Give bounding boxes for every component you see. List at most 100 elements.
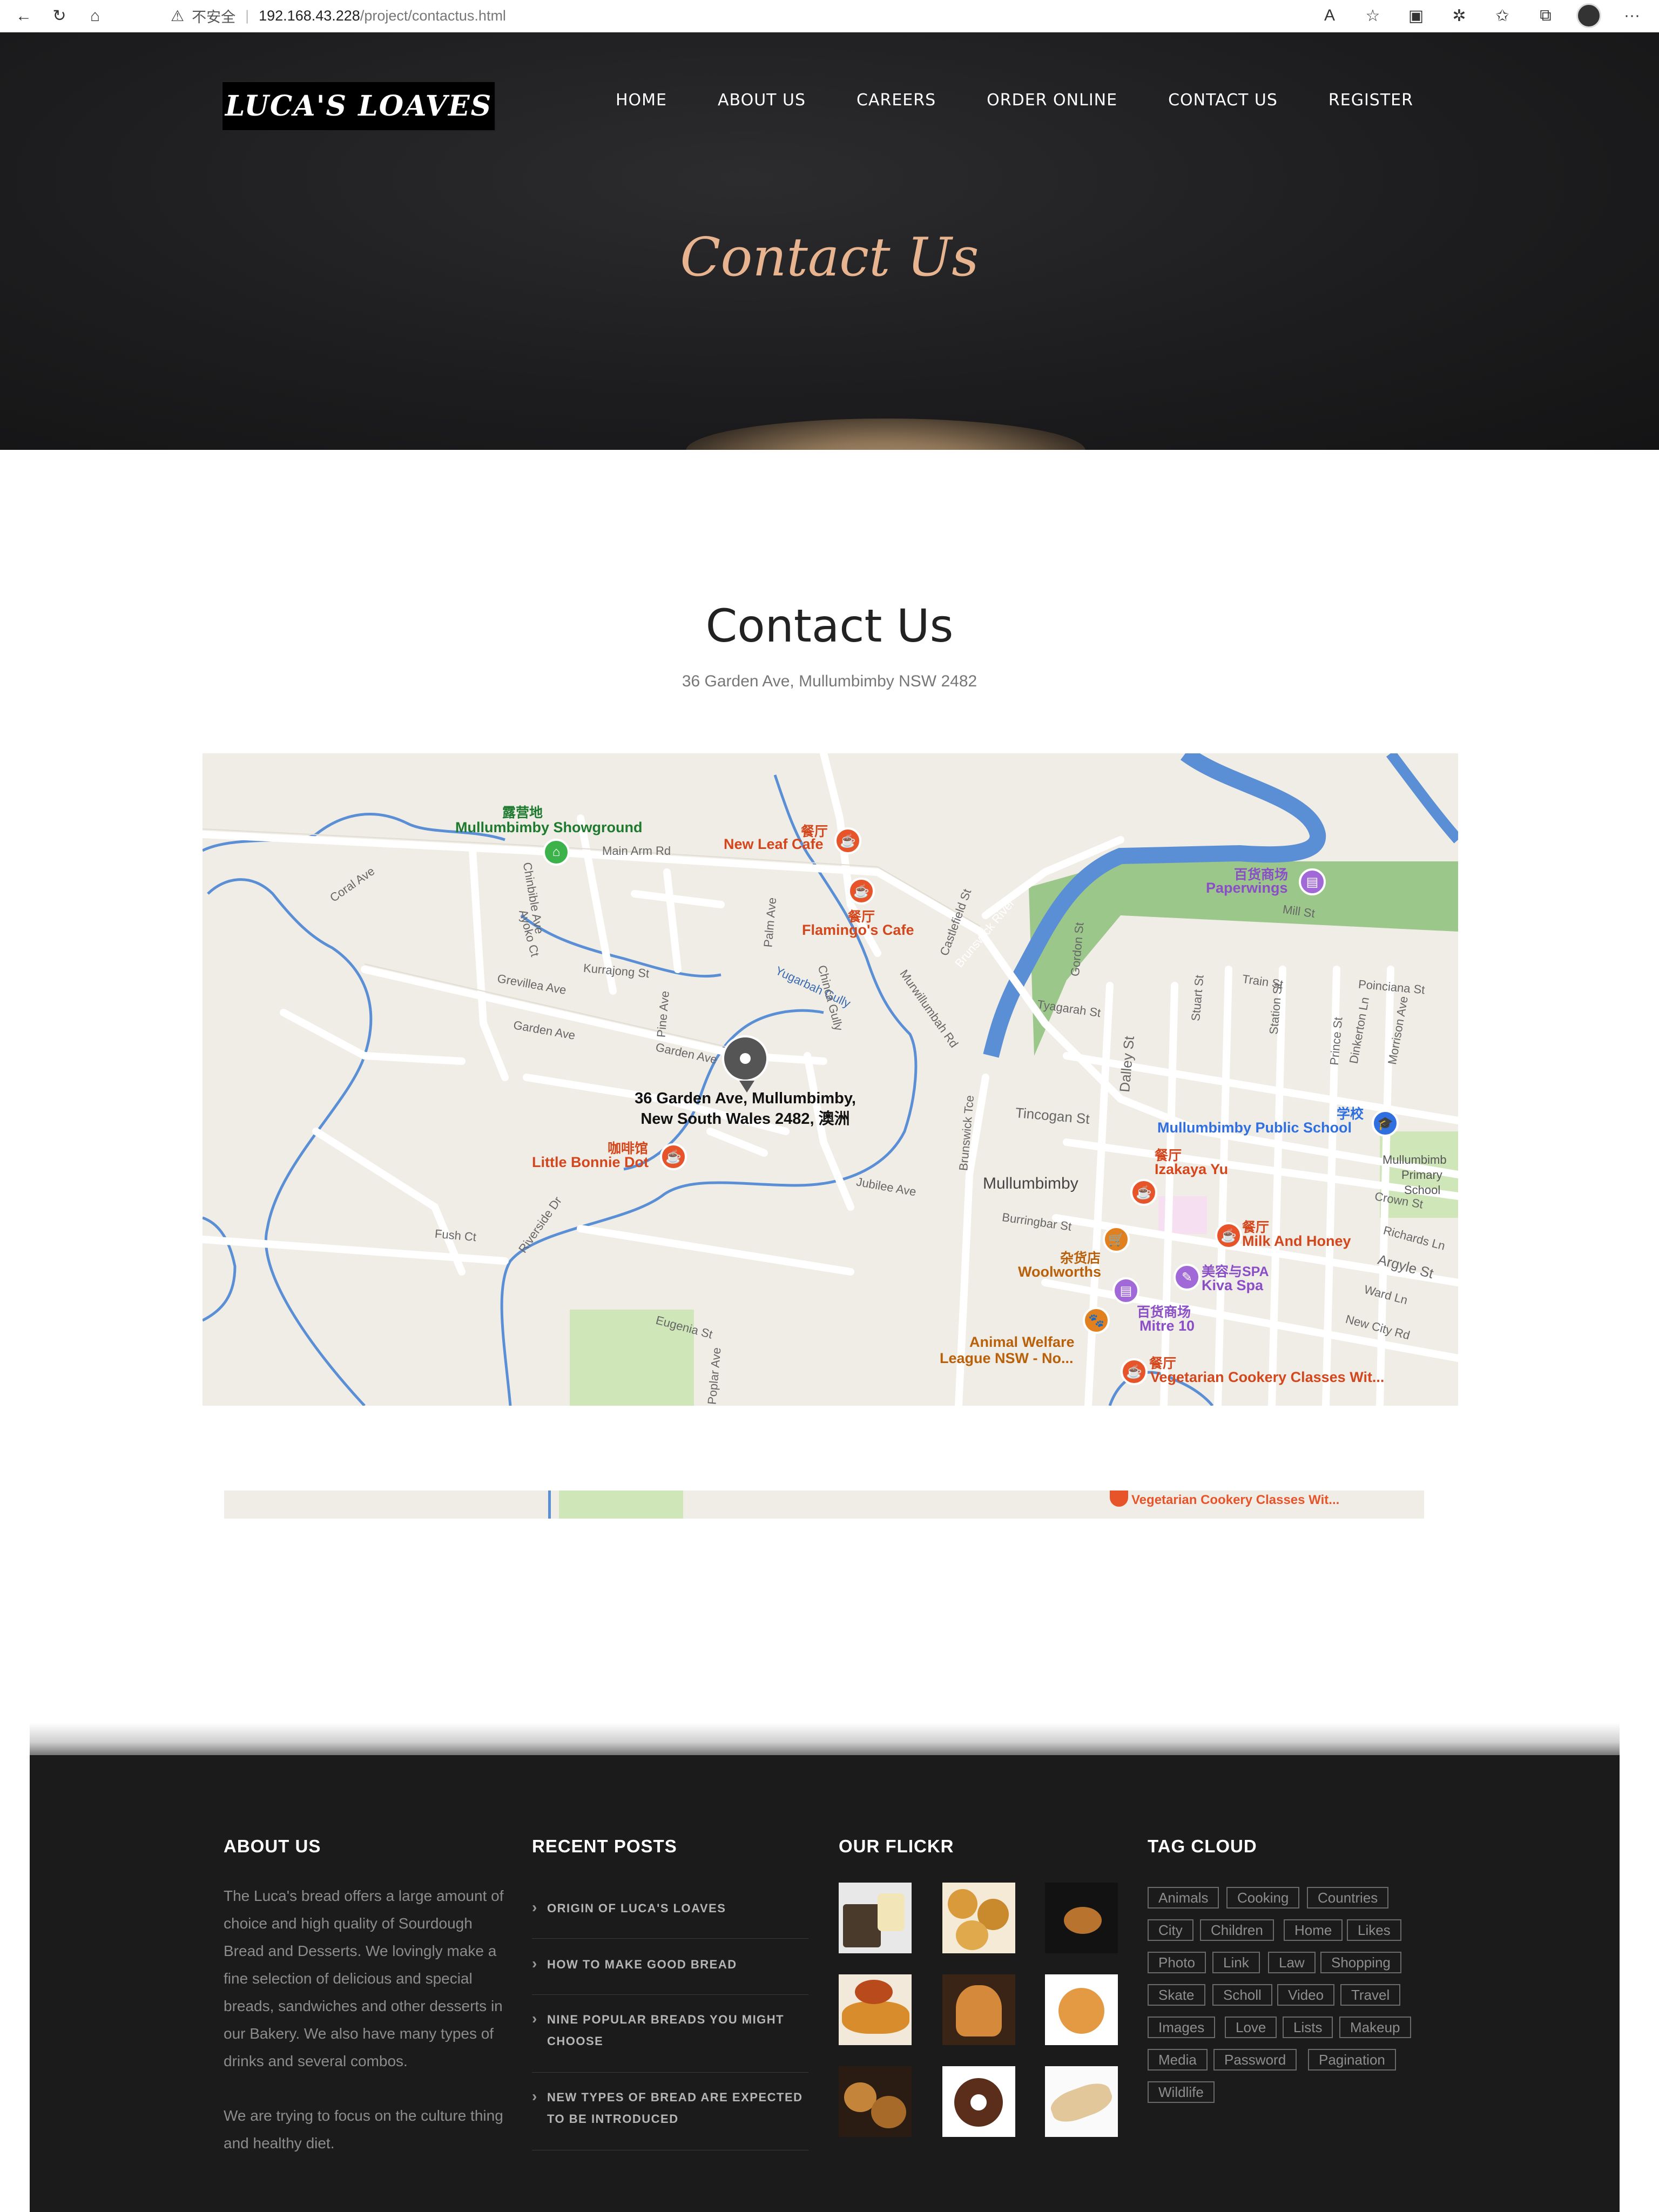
cafe-icon[interactable]: ☕: [660, 1143, 687, 1170]
hero-title: Contact Us: [680, 227, 979, 288]
mitre-label: Mitre 10: [1139, 1318, 1195, 1334]
tag-link[interactable]: Shopping: [1320, 1952, 1401, 1973]
restaurant-icon[interactable]: ☕: [1121, 1358, 1148, 1385]
puzzle-icon[interactable]: ✲: [1447, 3, 1472, 28]
refresh-icon[interactable]: ↻: [48, 4, 71, 28]
location-pin[interactable]: [722, 1035, 768, 1092]
donut-shape: [954, 2078, 1003, 2127]
grocery-icon[interactable]: 🛒: [1103, 1226, 1130, 1253]
creek-6: [203, 1216, 237, 1322]
tag-link[interactable]: Video: [1277, 1984, 1335, 2006]
tag-link[interactable]: Pagination: [1308, 2049, 1396, 2071]
nav-careers[interactable]: CAREERS: [857, 91, 936, 110]
hero-banner: LUCA'S LOAVES HOME ABOUT US CAREERS ORDE…: [0, 32, 1659, 450]
nav-about-us[interactable]: ABOUT US: [718, 91, 806, 110]
street-label: Main Arm Rd: [602, 844, 671, 858]
home-icon[interactable]: ⌂: [83, 4, 107, 28]
tag-link[interactable]: Images: [1148, 2017, 1216, 2038]
tag-link[interactable]: Skate: [1148, 1984, 1205, 2006]
restaurant-icon[interactable]: ☕: [1130, 1179, 1157, 1206]
tag-link[interactable]: Home: [1284, 1919, 1343, 1941]
pastry-shape: [855, 1980, 893, 2004]
tag-link[interactable]: Password: [1213, 2049, 1297, 2071]
tag-link[interactable]: Likes: [1347, 1919, 1401, 1941]
favorites-icon[interactable]: ✩: [1490, 3, 1515, 28]
recent-post-link[interactable]: NINE POPULAR BREADS YOU MIGHT CHOOSE: [532, 2008, 808, 2073]
read-aloud-icon[interactable]: A: [1317, 3, 1342, 28]
nav-home[interactable]: HOME: [616, 91, 667, 110]
extension-icon[interactable]: ▣: [1404, 3, 1428, 28]
campground-icon[interactable]: ⌂: [543, 839, 570, 866]
tag-link[interactable]: Wildlife: [1148, 2081, 1215, 2103]
tag-link[interactable]: Makeup: [1339, 2017, 1411, 2038]
tag-link[interactable]: Animals: [1148, 1887, 1219, 1908]
tag-link[interactable]: Travel: [1340, 1984, 1401, 2006]
nav-register[interactable]: REGISTER: [1328, 91, 1413, 110]
tag-link[interactable]: Children: [1200, 1919, 1274, 1941]
tag-link[interactable]: Law: [1268, 1952, 1316, 1973]
flickr-photo[interactable]: [839, 1974, 912, 2045]
primary-label: Primary: [1401, 1168, 1442, 1182]
avatar: [1576, 3, 1601, 28]
school-icon[interactable]: 🎓: [1372, 1110, 1399, 1137]
profile-avatar-icon[interactable]: [1576, 3, 1601, 28]
restaurant-icon[interactable]: ☕: [834, 827, 861, 854]
tag-link[interactable]: Countries: [1307, 1887, 1389, 1908]
location-map[interactable]: Main Arm Rd Coral Ave Chinbible Ave Ayok…: [203, 753, 1458, 1406]
more-menu-icon[interactable]: ···: [1620, 3, 1644, 28]
flickr-photo[interactable]: [942, 1974, 1015, 2045]
map-strip[interactable]: Vegetarian Cookery Classes Wit...: [224, 1491, 1424, 1519]
shopping-icon[interactable]: ▤: [1299, 868, 1326, 895]
recent-post-link[interactable]: NEW TYPES OF BREAD ARE EXPECTED TO BE IN…: [532, 2086, 808, 2150]
newleaf-label: New Leaf Cafe: [724, 836, 824, 852]
paperwings-label: Paperwings: [1206, 880, 1288, 896]
tag-link[interactable]: Photo: [1148, 1952, 1206, 1973]
kiva-label: Kiva Spa: [1202, 1277, 1264, 1293]
spa-icon[interactable]: ✎: [1174, 1264, 1201, 1291]
bun-shape: [948, 1889, 977, 1919]
tag-link[interactable]: City: [1148, 1919, 1193, 1941]
animal-label: Animal Welfare: [969, 1334, 1075, 1350]
flickr-photo[interactable]: [1045, 1883, 1118, 1953]
restaurant-icon[interactable]: ☕: [1215, 1222, 1242, 1249]
site-logo[interactable]: LUCA'S LOAVES: [221, 81, 496, 131]
nav-order-online[interactable]: ORDER ONLINE: [987, 91, 1117, 110]
flickr-photo[interactable]: [1045, 2066, 1118, 2137]
footer-about-text: The Luca's bread offers a large amount o…: [224, 1882, 504, 2157]
veg-label: Vegetarian Cookery Classes Wit...: [1150, 1369, 1385, 1385]
flickr-photo[interactable]: [942, 1883, 1015, 1953]
flickr-photo[interactable]: [839, 1883, 912, 1953]
primary-label: School: [1404, 1183, 1441, 1197]
showground-label: Mullumbimby Showground: [455, 819, 643, 835]
tag-link[interactable]: Lists: [1283, 2017, 1333, 2038]
tag-link[interactable]: Cooking: [1226, 1887, 1300, 1908]
recent-post-link[interactable]: ORIGIN OF LUCA'S LOAVES: [532, 1897, 808, 1939]
strip-creek: [548, 1491, 551, 1519]
river-north: [1386, 753, 1458, 844]
restaurant-icon[interactable]: ☕: [848, 878, 875, 905]
tag-link[interactable]: Link: [1212, 1952, 1260, 1973]
flickr-photo[interactable]: [942, 2066, 1015, 2137]
back-icon[interactable]: ←: [12, 4, 36, 28]
shopping-icon[interactable]: ▤: [1112, 1277, 1139, 1304]
tag-link[interactable]: Love: [1225, 2017, 1277, 2038]
animal-icon[interactable]: 🐾: [1083, 1307, 1110, 1334]
map-base: [203, 753, 1458, 1406]
address-bar[interactable]: ⚠ 不安全 | 192.168.43.228/project/contactus…: [151, 2, 1366, 29]
flickr-photo[interactable]: [1045, 1974, 1118, 2045]
flickr-photo[interactable]: [839, 2066, 912, 2137]
url-host: 192.168.43.228: [259, 7, 360, 24]
strip-park: [559, 1491, 683, 1519]
recent-post-link[interactable]: HOW TO MAKE GOOD BREAD: [532, 1953, 808, 1995]
browser-toolbar: ← ↻ ⌂ ⚠ 不安全 | 192.168.43.228/project/con…: [0, 0, 1659, 32]
nav-contact-us[interactable]: CONTACT US: [1168, 91, 1278, 110]
tag-link[interactable]: Media: [1148, 2049, 1208, 2071]
footer-tags-title: TAG CLOUD: [1148, 1836, 1257, 1856]
url-path: /project/contactus.html: [360, 7, 506, 24]
main-nav: HOME ABOUT US CAREERS ORDER ONLINE CONTA…: [616, 91, 1464, 110]
pastry-shape: [956, 1985, 1002, 2036]
favorite-star-icon[interactable]: ☆: [1360, 3, 1385, 28]
flamingo-label: Flamingo's Cafe: [802, 922, 914, 938]
tag-link[interactable]: Scholl: [1212, 1984, 1272, 2006]
collections-icon[interactable]: ⧉: [1533, 3, 1558, 28]
